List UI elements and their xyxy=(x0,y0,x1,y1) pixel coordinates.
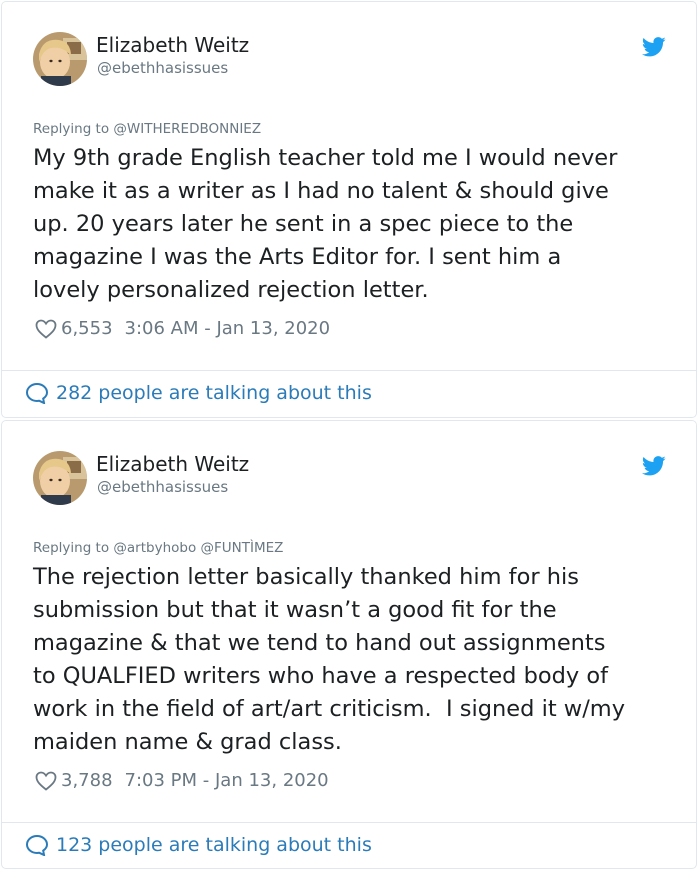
conversation-link[interactable]: 282 people are talking about this xyxy=(25,382,372,404)
timestamp-link[interactable]: 7:03 PM - Jan 13, 2020 xyxy=(125,770,329,791)
conversation-label: 123 people are talking about this xyxy=(56,834,372,856)
tweet-card: Elizabeth Weitz @ebethhasissues Replying… xyxy=(1,1,697,418)
tweet-text: The rejection letter basically thanked h… xyxy=(33,564,626,755)
replying-label: Replying to xyxy=(33,540,110,556)
tweet-card: Elizabeth Weitz @ebethhasissues Replying… xyxy=(1,420,697,869)
comment-bubble-icon xyxy=(25,382,49,404)
likes-count[interactable]: 6,553 xyxy=(61,318,113,339)
comment-bubble-icon xyxy=(25,834,49,856)
conversation-link[interactable]: 123 people are talking about this xyxy=(25,834,372,856)
heart-icon[interactable] xyxy=(35,319,57,339)
author-name[interactable]: Elizabeth Weitz xyxy=(96,33,249,57)
tweet-text: My 9th grade English teacher told me I w… xyxy=(33,145,618,303)
twitter-bird-icon[interactable] xyxy=(642,37,666,57)
reply-context: Replying to @WITHEREDBONNIEZ xyxy=(33,121,261,137)
divider xyxy=(2,822,696,823)
author-handle[interactable]: @ebethhasissues xyxy=(97,59,228,77)
conversation-label: 282 people are talking about this xyxy=(56,382,372,404)
avatar[interactable] xyxy=(33,32,87,86)
replying-label: Replying to xyxy=(33,121,110,137)
reply-context: Replying to @artbyhobo @FUNTÌMEZ xyxy=(33,540,283,556)
heart-icon[interactable] xyxy=(35,771,57,791)
author-handle[interactable]: @ebethhasissues xyxy=(97,478,228,496)
reply-mention-link[interactable]: @artbyhobo @FUNTÌMEZ xyxy=(113,540,283,556)
tweet-meta: 6,553 3:06 AM - Jan 13, 2020 xyxy=(35,318,330,339)
likes-count[interactable]: 3,788 xyxy=(61,770,113,791)
tweet-meta: 3,788 7:03 PM - Jan 13, 2020 xyxy=(35,770,329,791)
twitter-bird-icon[interactable] xyxy=(642,456,666,476)
reply-mention-link[interactable]: @WITHEREDBONNIEZ xyxy=(113,121,261,137)
avatar[interactable] xyxy=(33,451,87,505)
author-name[interactable]: Elizabeth Weitz xyxy=(96,452,249,476)
divider xyxy=(2,370,696,371)
timestamp-link[interactable]: 3:06 AM - Jan 13, 2020 xyxy=(125,318,331,339)
